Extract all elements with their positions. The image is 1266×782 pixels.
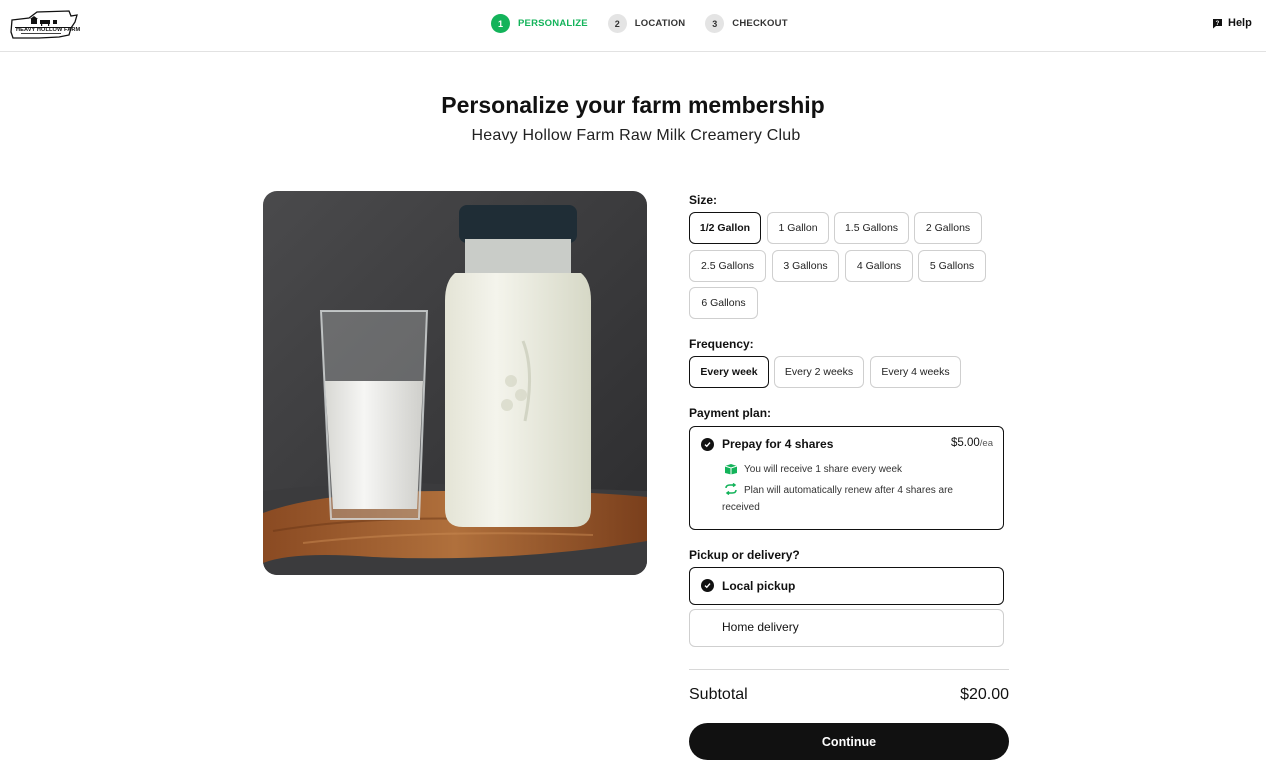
size-label: Size: <box>689 193 718 207</box>
size-option-2-5-gallons[interactable]: 2.5 Gallons <box>689 250 766 282</box>
box-icon <box>724 464 738 475</box>
renew-icon <box>725 483 737 495</box>
plan-detail-frequency: You will receive 1 share every week <box>744 464 903 475</box>
page-title: Personalize your farm membership <box>441 92 825 118</box>
option-local-pickup[interactable]: Local pickup <box>689 567 1004 605</box>
product-photo <box>263 191 647 575</box>
size-option-1-5-gallons[interactable]: 1.5 Gallons <box>834 212 909 244</box>
payment-plan-card[interactable]: Prepay for 4 shares $5.00/ea You will re… <box>689 426 1004 530</box>
continue-button[interactable]: Continue <box>689 723 1009 760</box>
payment-plan-label: Payment plan: <box>689 406 772 420</box>
divider <box>689 669 1009 670</box>
plan-name: Prepay for 4 shares <box>722 437 834 451</box>
plan-detail-renewal-cont: received <box>722 502 760 513</box>
step-number: 3 <box>705 14 725 33</box>
size-option-1-gallon[interactable]: 1 Gallon <box>767 212 829 244</box>
step-number: 2 <box>607 14 627 33</box>
checkout-steps: 1 PERSONALIZE 2 LOCATION 3 CHECKOUT <box>491 14 808 33</box>
plan-price-value: $5.00 <box>951 437 980 449</box>
step-checkout[interactable]: 3 CHECKOUT <box>705 14 788 33</box>
plan-price: $5.00/ea <box>951 437 993 449</box>
size-option-5-gallons[interactable]: 5 Gallons <box>918 250 986 282</box>
logo-text: HEAVY HOLLOW FARM <box>16 27 81 33</box>
page-subtitle: Heavy Hollow Farm Raw Milk Creamery Club <box>471 127 801 144</box>
size-option-3-gallons[interactable]: 3 Gallons <box>772 250 839 282</box>
help-icon: ? <box>1213 18 1222 28</box>
frequency-every-4-weeks[interactable]: Every 4 weeks <box>870 356 961 388</box>
size-option-half-gallon[interactable]: 1/2 Gallon <box>689 212 761 244</box>
step-label: PERSONALIZE <box>518 18 588 29</box>
option-home-delivery[interactable]: Home delivery <box>689 609 1004 647</box>
help-link[interactable]: ? Help <box>1212 17 1252 29</box>
frequency-every-week[interactable]: Every week <box>689 356 769 388</box>
fulfillment-label: Pickup or delivery? <box>689 548 800 562</box>
step-label: CHECKOUT <box>732 18 788 29</box>
step-location[interactable]: 2 LOCATION <box>607 14 686 33</box>
size-option-2-gallons[interactable]: 2 Gallons <box>914 212 982 244</box>
frequency-every-2-weeks[interactable]: Every 2 weeks <box>774 356 864 388</box>
plan-price-unit: /ea <box>979 438 993 449</box>
step-label: LOCATION <box>634 18 686 29</box>
subtotal-value: $20.00 <box>960 686 1009 703</box>
option-label: Home delivery <box>722 620 799 634</box>
subtotal-label: Subtotal <box>689 686 748 703</box>
top-bar: HEAVY HOLLOW FARM 1 PERSONALIZE 2 LOCATI… <box>0 0 1266 52</box>
svg-text:?: ? <box>1216 20 1220 26</box>
step-personalize[interactable]: 1 PERSONALIZE <box>491 14 588 33</box>
help-label: Help <box>1228 17 1252 29</box>
plan-detail-renewal: Plan will automatically renew after 4 sh… <box>744 485 953 496</box>
size-option-4-gallons[interactable]: 4 Gallons <box>845 250 913 282</box>
size-option-6-gallons[interactable]: 6 Gallons <box>689 287 758 319</box>
option-label: Local pickup <box>722 579 796 593</box>
check-circle-icon <box>701 438 714 451</box>
frequency-label: Frequency: <box>689 337 754 351</box>
check-circle-icon <box>701 579 714 592</box>
farm-logo[interactable]: HEAVY HOLLOW FARM <box>9 8 81 40</box>
step-number: 1 <box>491 14 510 33</box>
